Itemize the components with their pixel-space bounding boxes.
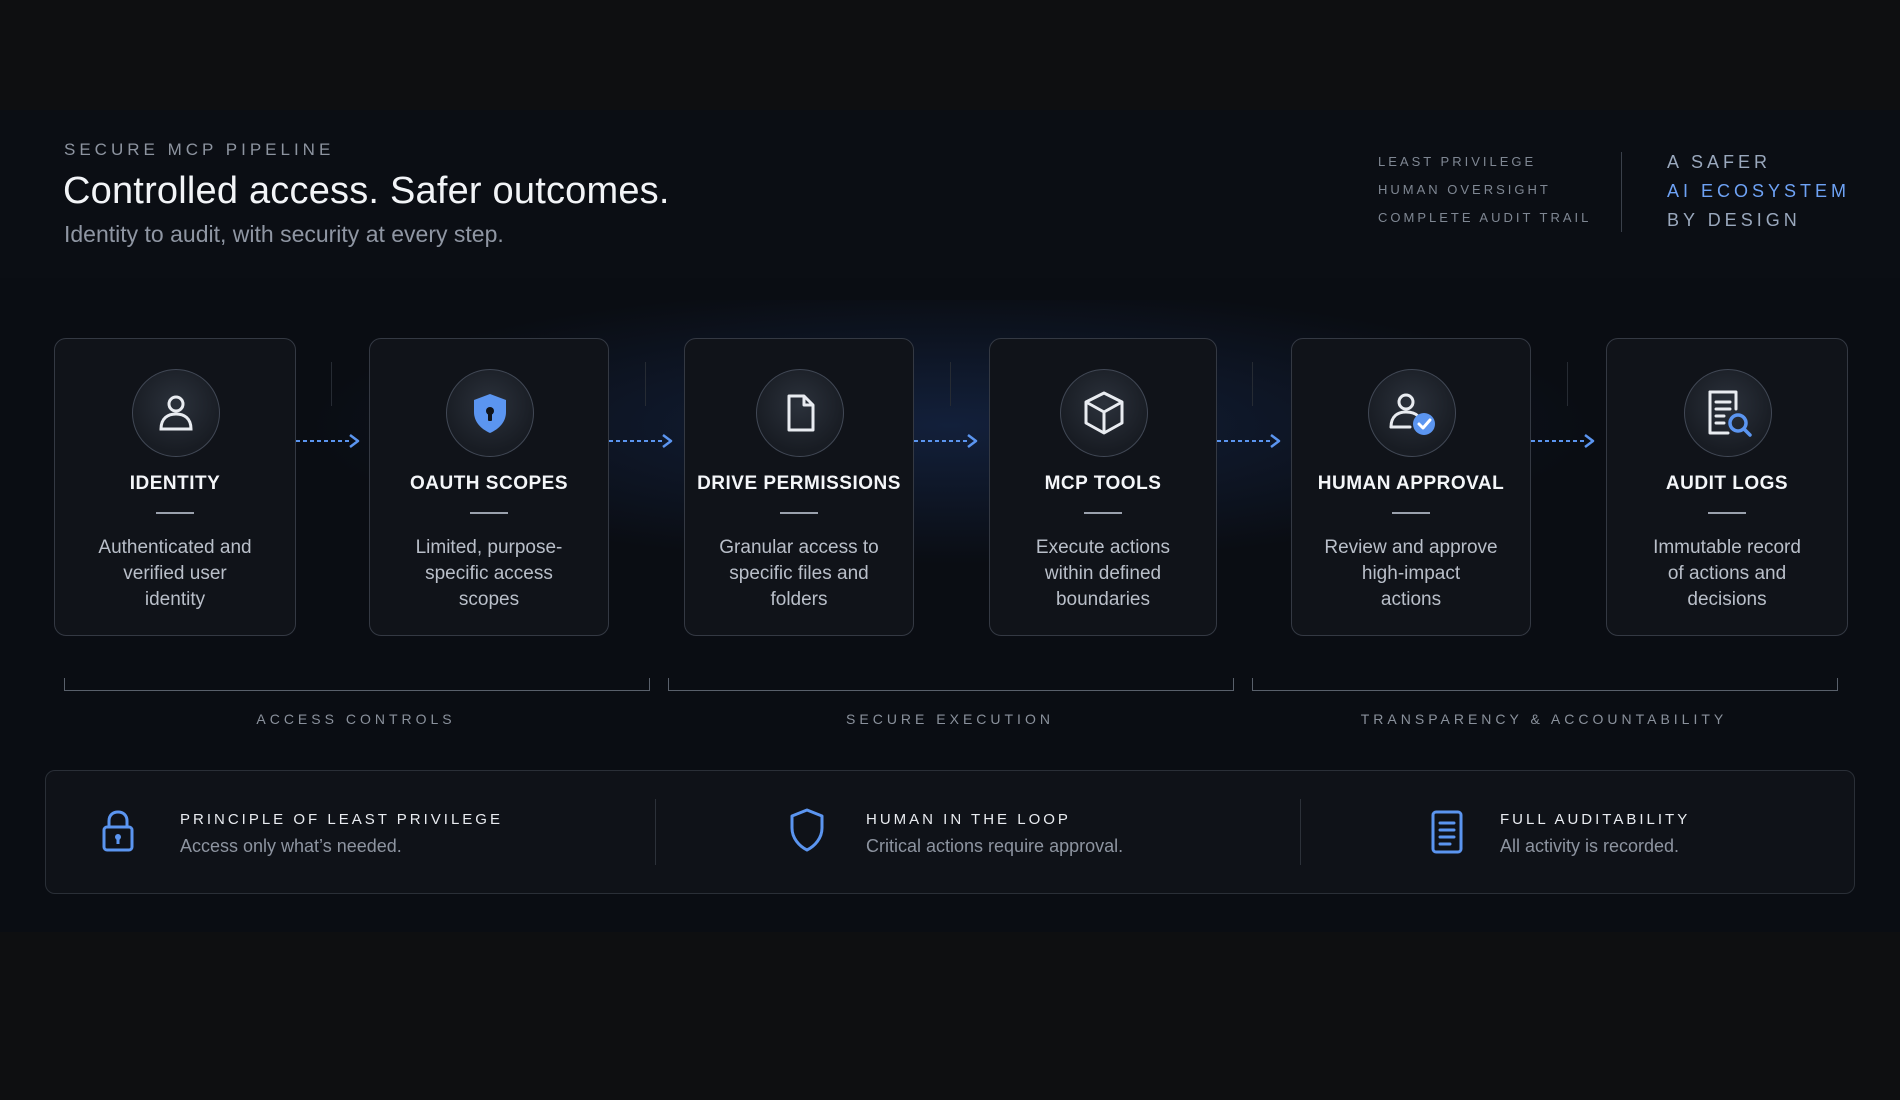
stage-title: HUMAN APPROVAL <box>1317 473 1505 494</box>
tagline-line-1: A SAFER <box>1667 152 1772 172</box>
pillars-list: LEAST PRIVILEGE HUMAN OVERSIGHT COMPLETE… <box>1378 154 1591 238</box>
stage-card-identity: IDENTITY Authenticated and verified user… <box>54 338 296 636</box>
stage-title: OAUTH SCOPES <box>409 473 569 494</box>
tagline-line-2: AI ECOSYSTEM <box>1667 181 1851 201</box>
pillar-audit-trail: COMPLETE AUDIT TRAIL <box>1378 210 1592 225</box>
stage-rule <box>780 512 818 514</box>
cube-icon <box>1060 369 1148 457</box>
connector-stub <box>1252 362 1253 406</box>
user-icon <box>132 369 220 457</box>
flow-arrow <box>914 434 978 448</box>
shield-lock-icon <box>446 369 534 457</box>
tagline: A SAFER AI ECOSYSTEM BY DESIGN <box>1667 151 1850 238</box>
stage-card-audit-logs: AUDIT LOGS Immutable record of actions a… <box>1606 338 1848 636</box>
group-label-access-controls: ACCESS CONTROLS <box>256 711 456 727</box>
group-label-transparency: TRANSPARENCY & ACCOUNTABILITY <box>1360 711 1728 727</box>
tagline-line-3: BY DESIGN <box>1667 210 1801 230</box>
principle-title: PRINCIPLE OF LEAST PRIVILEGE <box>180 811 503 828</box>
stage-rule <box>1708 512 1746 514</box>
stage-rule <box>156 512 194 514</box>
stage-title: DRIVE PERMISSIONS <box>697 473 901 494</box>
flow-arrow <box>1531 434 1595 448</box>
stage-description: Immutable record of actions and decision… <box>1653 537 1801 610</box>
principle-text: Critical actions require approval. <box>866 836 1124 856</box>
page-subtitle: Identity to audit, with security at ever… <box>64 221 504 247</box>
principle-text: All activity is recorded. <box>1500 836 1680 856</box>
group-label-secure-execution: SECURE EXECUTION <box>846 711 1054 727</box>
principle-full-auditability: FULL AUDITABILITY All activity is record… <box>1301 771 1851 893</box>
document-search-icon <box>1684 369 1772 457</box>
page-title: Controlled access. Safer outcomes. <box>63 170 670 212</box>
eyebrow: SECURE MCP PIPELINE <box>64 140 335 159</box>
flow-arrow <box>1217 434 1281 448</box>
user-check-icon <box>1368 369 1456 457</box>
stage-description: Granular access to specific files and fo… <box>719 537 879 610</box>
connector-stub <box>331 362 332 406</box>
pillar-least-privilege: LEAST PRIVILEGE <box>1378 154 1537 169</box>
padlock-icon <box>102 810 134 852</box>
stage-description: Execute actions within defined boundarie… <box>1035 537 1171 610</box>
group-bracket-access-controls <box>64 678 650 691</box>
stage-card-drive-permissions: DRIVE PERMISSIONS Granular access to spe… <box>684 338 914 636</box>
stage-description: Limited, purpose- specific access scopes <box>415 537 563 610</box>
document-icon <box>1431 810 1463 854</box>
principle-title: HUMAN IN THE LOOP <box>866 811 1071 828</box>
stage-title: IDENTITY <box>129 473 221 494</box>
stage-rule <box>1392 512 1430 514</box>
stage-card-mcp-tools: MCP TOOLS Execute actions within defined… <box>989 338 1217 636</box>
connector-stub <box>645 362 646 406</box>
flow-arrow <box>609 434 673 448</box>
principle-text: Access only what’s needed. <box>180 836 402 856</box>
principles-panel: PRINCIPLE OF LEAST PRIVILEGE Access only… <box>45 770 1855 894</box>
file-icon <box>756 369 844 457</box>
stage-card-oauth-scopes: OAUTH SCOPES Limited, purpose- specific … <box>369 338 609 636</box>
stage-description: Review and approve high-impact actions <box>1324 537 1498 610</box>
stage-rule <box>1084 512 1122 514</box>
flow-arrow <box>296 434 360 448</box>
stage-card-human-approval: HUMAN APPROVAL Review and approve high-i… <box>1291 338 1531 636</box>
principle-title: FULL AUDITABILITY <box>1500 811 1691 828</box>
header-divider <box>1621 152 1622 232</box>
stage-description: Authenticated and verified user identity <box>98 537 252 610</box>
shield-icon <box>790 808 824 852</box>
group-bracket-transparency <box>1252 678 1838 691</box>
principle-least-privilege: PRINCIPLE OF LEAST PRIVILEGE Access only… <box>46 771 646 893</box>
principle-human-in-the-loop: HUMAN IN THE LOOP Critical actions requi… <box>656 771 1296 893</box>
stage-rule <box>470 512 508 514</box>
stage-title: MCP TOOLS <box>1044 473 1162 494</box>
connector-stub <box>1567 362 1568 406</box>
pillar-human-oversight: HUMAN OVERSIGHT <box>1378 182 1551 197</box>
group-bracket-secure-execution <box>668 678 1234 691</box>
connector-stub <box>950 362 951 406</box>
stage-title: AUDIT LOGS <box>1665 473 1789 494</box>
